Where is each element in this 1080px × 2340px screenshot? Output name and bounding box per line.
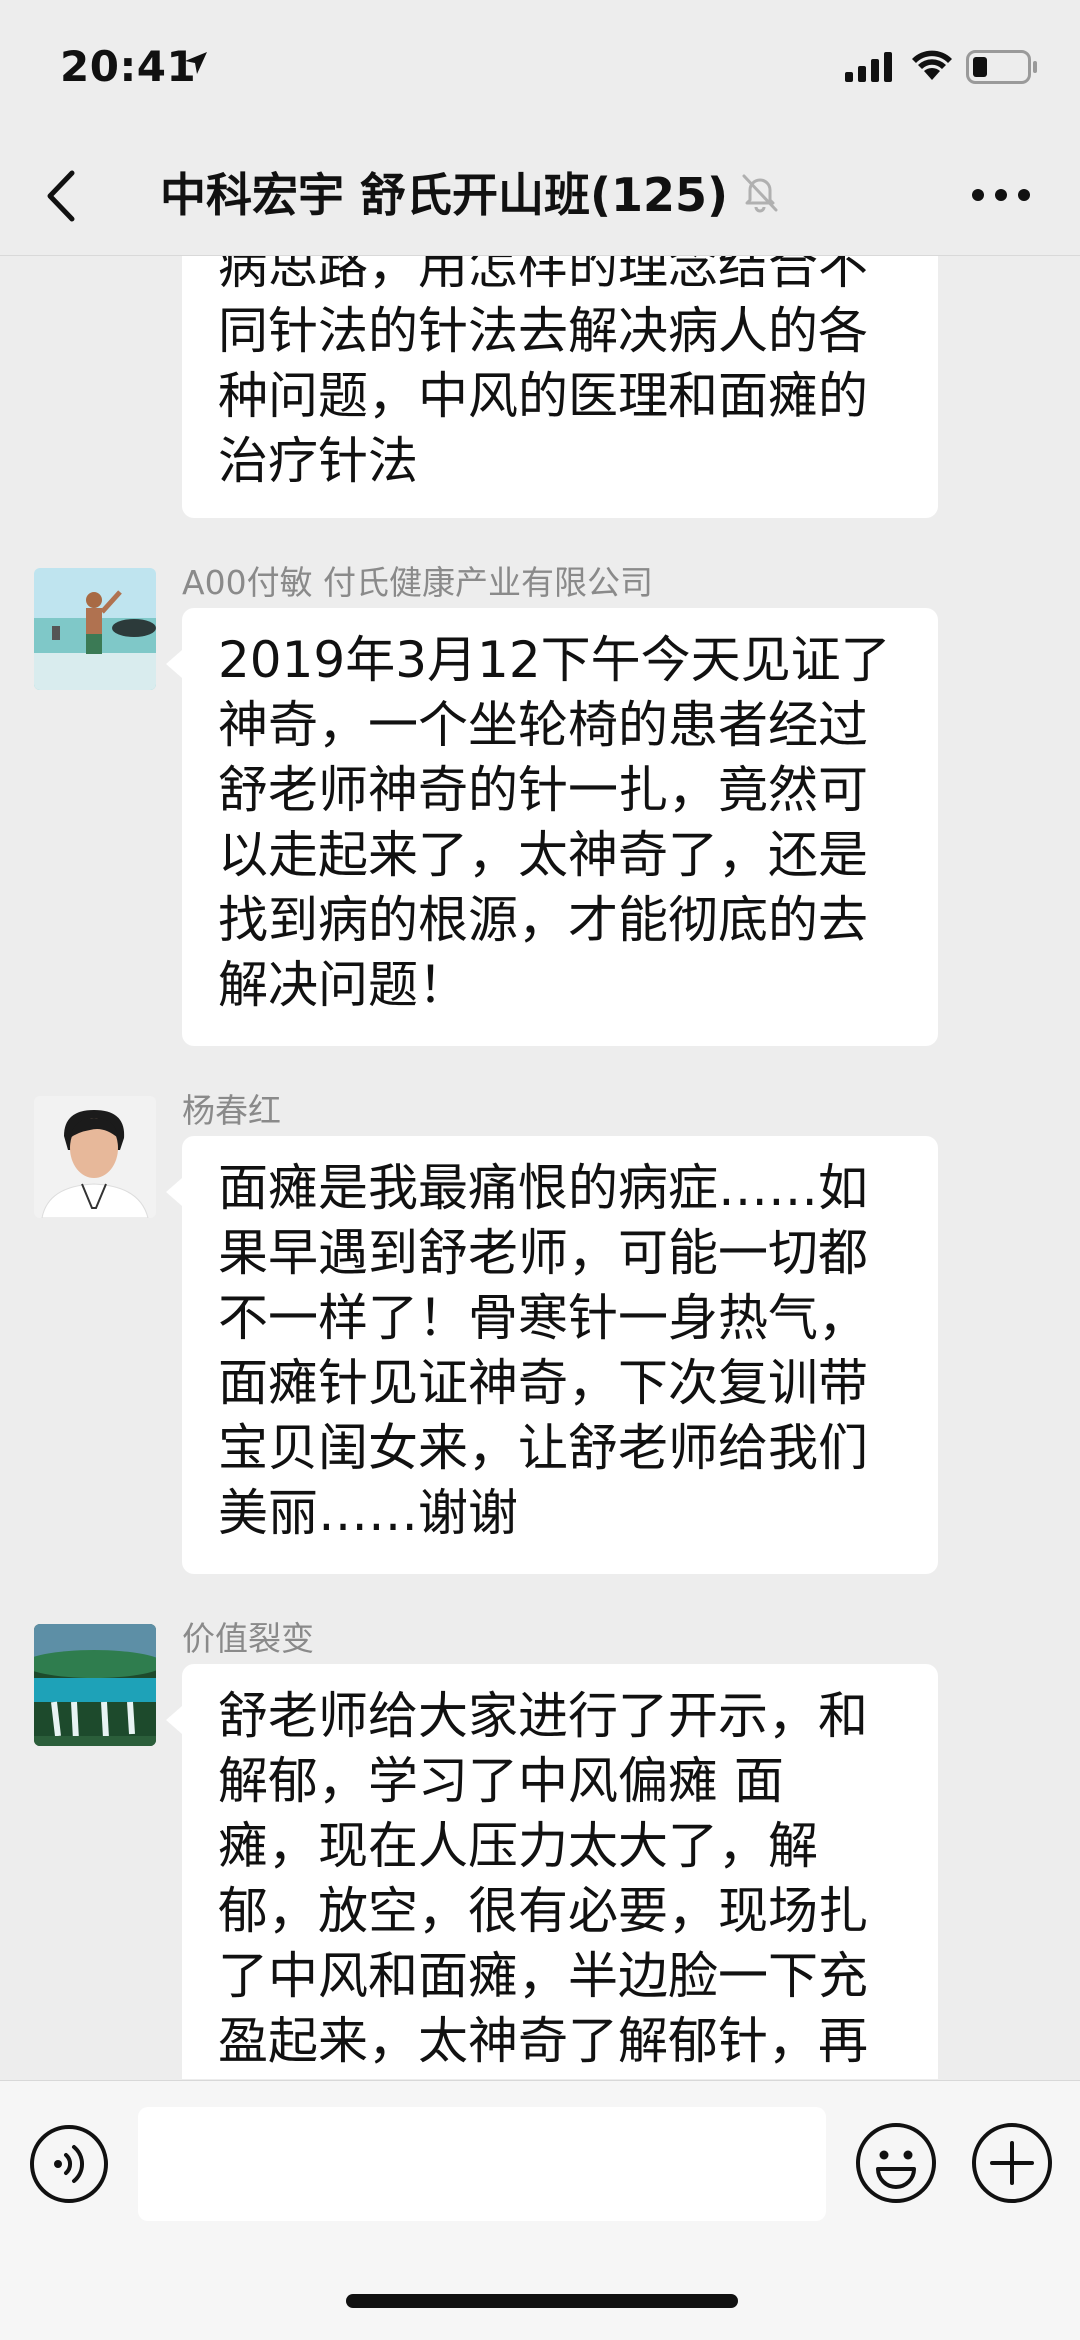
message-line: 面瘫针见证神奇，下次复训带: [218, 1354, 868, 1412]
avatar[interactable]: [34, 568, 156, 690]
message-line: 不一样了！骨寒针一身热气，: [218, 1289, 868, 1347]
message-line: 舒老师神奇的针一扎，竟然可: [218, 761, 868, 819]
status-bar: 20:41: [0, 0, 1080, 135]
message-line: 解决问题！: [218, 956, 468, 1014]
sender-name: 价值裂变: [182, 1619, 314, 1658]
message-line: 果早遇到舒老师，可能一切都: [218, 1224, 868, 1282]
message-input[interactable]: [138, 2107, 826, 2221]
message-line: 2019年3月12下午今天见证了: [218, 631, 891, 689]
message-line: 舒老师给大家进行了开示，和: [218, 1687, 868, 1745]
message-bubble[interactable]: 面瘫是我最痛恨的病症……如 果早遇到舒老师，可能一切都 不一样了！骨寒针一身热气…: [166, 1136, 938, 1574]
message-line: 了中风和面瘫，半边脸一下充: [218, 1947, 868, 2005]
wifi-icon: [912, 50, 952, 80]
message-line: 美丽……谢谢: [218, 1484, 518, 1542]
message-line: 病思路，用怎样的理念结合不: [218, 256, 868, 295]
message-line: 解郁，学习了中风偏瘫 面: [218, 1752, 784, 1810]
avatar[interactable]: [34, 1624, 156, 1746]
battery-icon: [966, 50, 1037, 84]
back-button[interactable]: [38, 161, 98, 231]
message-line: 种问题，中风的医理和面瘫的: [218, 367, 868, 425]
message-line: 盈起来，太神奇了解郁针，再: [218, 2012, 868, 2070]
message-line: 瘫，现在人压力太大了，解: [218, 1817, 818, 1875]
message-line: 以走起来了，太神奇了，还是: [218, 826, 868, 884]
status-time: 20:41: [60, 42, 197, 91]
message-line: 郁，放空，很有必要，现场扎: [218, 1882, 868, 1940]
message-line: 神奇，一个坐轮椅的患者经过: [218, 696, 868, 754]
chat-header: 中科宏宇 舒氏开山班(125): [0, 135, 1080, 256]
sender-name: A00付敏 付氏健康产业有限公司: [182, 563, 654, 602]
plus-icon[interactable]: [970, 2121, 1054, 2205]
message-line: 治疗针法: [218, 432, 418, 490]
sender-name: 杨春红: [182, 1091, 281, 1130]
message-line: 宝贝闺女来，让舒老师给我们: [218, 1419, 868, 1477]
message-bubble[interactable]: 舒老师给大家进行了开示，和 解郁，学习了中风偏瘫 面 瘫，现在人压力太大了，解 …: [166, 1664, 938, 2079]
location-arrow-icon: [185, 52, 207, 74]
cellular-signal-icon: [845, 52, 892, 82]
message-line: 找到病的根源，才能彻底的去: [218, 891, 868, 949]
chat-title-area: 中科宏宇 舒氏开山班(125): [160, 159, 920, 225]
home-indicator[interactable]: [346, 2294, 738, 2308]
emoji-icon[interactable]: [854, 2121, 938, 2205]
message-bubble[interactable]: 病思路，用怎样的理念结合不 同针法的针法去解决病人的各 种问题，中风的医理和面瘫…: [182, 256, 938, 518]
chat-message-list[interactable]: 病思路，用怎样的理念结合不 同针法的针法去解决病人的各 种问题，中风的医理和面瘫…: [0, 256, 1080, 2079]
message-line: 面瘫是我最痛恨的病症……如: [218, 1159, 868, 1217]
more-dots-icon[interactable]: [970, 187, 1032, 203]
avatar[interactable]: [34, 1096, 156, 1218]
message-bubble[interactable]: 2019年3月12下午今天见证了 神奇，一个坐轮椅的患者经过 舒老师神奇的针一扎…: [166, 608, 938, 1046]
message-line: 同针法的针法去解决病人的各: [218, 302, 868, 360]
muted-bell-icon: [742, 174, 778, 213]
group-title: 中科宏宇 舒氏开山班(125): [160, 168, 729, 222]
voice-input-icon[interactable]: [28, 2123, 110, 2205]
